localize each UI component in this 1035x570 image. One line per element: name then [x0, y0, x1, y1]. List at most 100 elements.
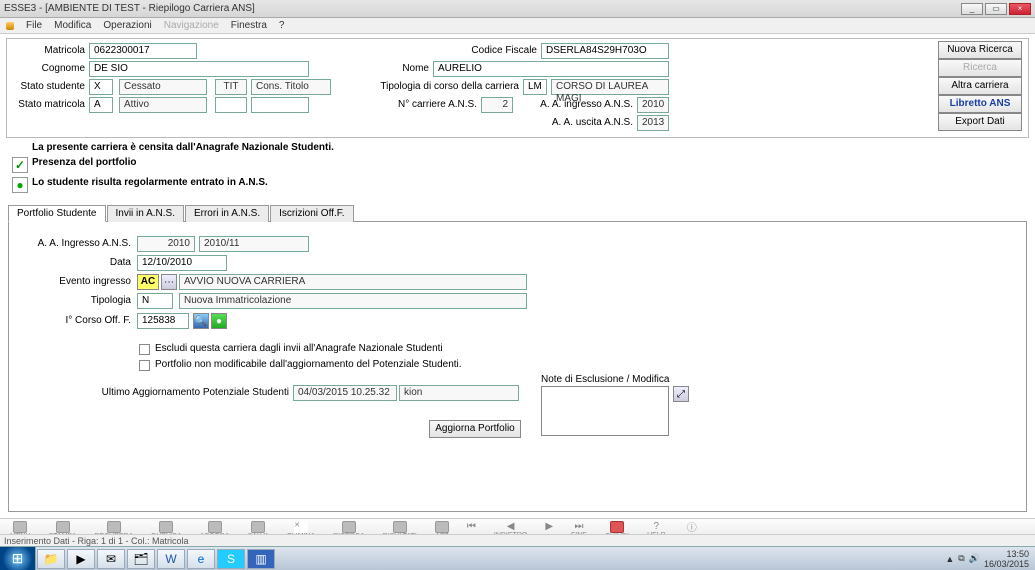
tab-invii-ans[interactable]: Invii in A.N.S. — [107, 205, 184, 222]
tray-volume-icon[interactable]: 🔊 — [969, 553, 980, 564]
results-icon — [393, 521, 407, 533]
menu-icon — [13, 521, 27, 533]
info-icon: ⓘ — [687, 519, 697, 534]
nome-input[interactable]: AURELIO — [433, 61, 669, 77]
student-header-panel: Matricola 0622300017 Cognome DE SIO Stat… — [6, 38, 1029, 138]
corso-search-button[interactable]: 🔍 — [193, 313, 209, 329]
ncarriere-value: 2 — [481, 97, 513, 113]
evento-lookup-button[interactable]: ⋯ — [161, 274, 177, 290]
non-modificabile-checkbox[interactable] — [139, 360, 150, 371]
last-icon: ⏭ — [575, 521, 584, 532]
menu-operazioni[interactable]: Operazioni — [103, 20, 151, 31]
evento-desc: AVVIO NUOVA CARRIERA — [179, 274, 527, 290]
tipologia-corso-code[interactable]: LM — [523, 79, 547, 95]
cognome-label: Cognome — [7, 63, 85, 74]
extra1-input[interactable] — [215, 97, 247, 113]
minimize-button[interactable]: _ — [961, 3, 983, 15]
task-word[interactable]: W — [157, 549, 185, 569]
tipologia-corso-desc: CORSO DI LAUREA MAGI — [551, 79, 669, 95]
altra-carriera-button[interactable]: Altra carriera — [938, 77, 1022, 95]
menu-finestra[interactable]: Finestra — [231, 20, 267, 31]
save-icon — [251, 521, 265, 533]
non-modificabile-label: Portfolio non modificabile dall'aggiorna… — [155, 359, 462, 370]
first-icon: ⏮ — [467, 521, 476, 532]
cons-titolo-field: Cons. Titolo — [251, 79, 331, 95]
tab-iscrizioni-off-f[interactable]: Iscrizioni Off.F. — [270, 205, 353, 222]
evento-code[interactable]: AC — [137, 274, 159, 290]
close-app-icon — [610, 521, 624, 533]
note-label: Note di Esclusione / Modifica — [541, 374, 669, 385]
task-media[interactable]: ▶ — [67, 549, 95, 569]
aa-range: 2010/11 — [199, 236, 309, 252]
task-outlook[interactable]: ✉ — [97, 549, 125, 569]
window-title: ESSE3 - [AMBIENTE DI TEST - Riepilogo Ca… — [4, 3, 255, 14]
libretto-ans-button[interactable]: Libretto ANS — [938, 95, 1022, 113]
menu-help[interactable]: ? — [279, 20, 285, 31]
print-icon — [56, 521, 70, 533]
note-textarea[interactable] — [541, 386, 669, 436]
corso-off-f-label: I° Corso Off. F. — [19, 315, 131, 326]
regolare-status-icon — [12, 177, 28, 193]
aa-year: 2010 — [137, 236, 195, 252]
aa-uscita-label: A. A. uscita A.N.S. — [523, 117, 633, 128]
cf-input[interactable]: DSERLA84S29H703O — [541, 43, 669, 59]
next-icon: ▶ — [545, 521, 553, 532]
stato-matricola-desc: Attivo — [119, 97, 207, 113]
search-icon — [342, 521, 356, 533]
tipologia-code[interactable]: N — [137, 293, 173, 309]
aa-ingresso-pf-label: A. A. Ingresso A.N.S. — [19, 238, 131, 249]
stato-studente-code[interactable]: X — [89, 79, 113, 95]
tab-errori-ans[interactable]: Errori in A.N.S. — [185, 205, 269, 222]
tray-network-icon[interactable]: ⧉ — [958, 553, 964, 564]
tray-clock[interactable]: 13:50 16/03/2015 — [984, 549, 1029, 569]
menubar: File Modifica Operazioni Navigazione Fin… — [0, 18, 1035, 34]
maximize-button[interactable]: ▭ — [985, 3, 1007, 15]
data-input[interactable]: 12/10/2010 — [137, 255, 227, 271]
ultimo-agg-label: Ultimo Aggiornamento Potenziale Studenti — [19, 387, 289, 398]
stato-studente-label: Stato studente — [7, 81, 85, 92]
extra2-input[interactable] — [251, 97, 309, 113]
menu-navigazione: Navigazione — [164, 20, 219, 31]
note-expand-button[interactable]: ⤢ — [673, 386, 689, 402]
tipologia-desc: Nuova Immatricolazione — [179, 293, 527, 309]
statusbar: Inserimento Dati - Riga: 1 di 1 - Col.: … — [0, 534, 1035, 546]
start-button[interactable] — [0, 547, 36, 570]
ultimo-agg-user: kion — [399, 385, 519, 401]
ultimo-agg-data: 04/03/2015 10.25.32 — [293, 385, 397, 401]
windows-taskbar: 📁 ▶ ✉ 🗂 W e S ▥ ▲ ⧉ 🔊 13:50 16/03/2015 — [0, 546, 1035, 570]
menu-file[interactable]: File — [26, 20, 42, 31]
escludi-checkbox[interactable] — [139, 344, 150, 355]
evento-ingresso-label: Evento ingresso — [19, 276, 131, 287]
tipologia-pf-label: Tipologia — [19, 295, 131, 306]
stato-matricola-code[interactable]: A — [89, 97, 113, 113]
nome-label: Nome — [387, 63, 429, 74]
menu-modifica[interactable]: Modifica — [54, 20, 91, 31]
task-esse3[interactable]: ▥ — [247, 549, 275, 569]
corso-off-f-input[interactable]: 125838 — [137, 313, 189, 329]
status-regolare: Lo studente risulta regolarmente entrato… — [32, 177, 1025, 188]
stato-studente-desc: Cessato — [119, 79, 207, 95]
task-skype[interactable]: S — [217, 549, 245, 569]
close-button[interactable]: × — [1009, 3, 1031, 15]
task-files[interactable]: 🗂 — [127, 549, 155, 569]
delete-x-icon: ✕ — [294, 521, 308, 533]
append-icon — [208, 521, 222, 533]
tray-icon[interactable]: ▲ — [945, 554, 954, 564]
nuova-ricerca-button[interactable]: Nuova Ricerca — [938, 41, 1022, 59]
ricerca-button[interactable]: Ricerca — [938, 59, 1022, 77]
matricola-input[interactable]: 0622300017 — [89, 43, 197, 59]
tab-portfolio-studente[interactable]: Portfolio Studente — [8, 205, 106, 222]
stato-matricola-label: Stato matricola — [7, 99, 85, 110]
aggiorna-portfolio-button[interactable]: Aggiorna Portfolio — [429, 420, 521, 438]
reset-icon — [435, 521, 449, 533]
export-dati-button[interactable]: Export Dati — [938, 113, 1022, 131]
tipologia-corso-label: Tipologia di corso della carriera — [347, 81, 519, 92]
prev-icon: ◀ — [507, 521, 515, 532]
cognome-input[interactable]: DE SIO — [89, 61, 309, 77]
task-explorer[interactable]: 📁 — [37, 549, 65, 569]
aa-ingresso-label: A. A. ingresso A.N.S. — [523, 99, 633, 110]
window-titlebar: ESSE3 - [AMBIENTE DI TEST - Riepilogo Ca… — [0, 0, 1035, 18]
task-ie[interactable]: e — [187, 549, 215, 569]
help-icon: ? — [653, 521, 659, 532]
corso-go-button[interactable]: ● — [211, 313, 227, 329]
